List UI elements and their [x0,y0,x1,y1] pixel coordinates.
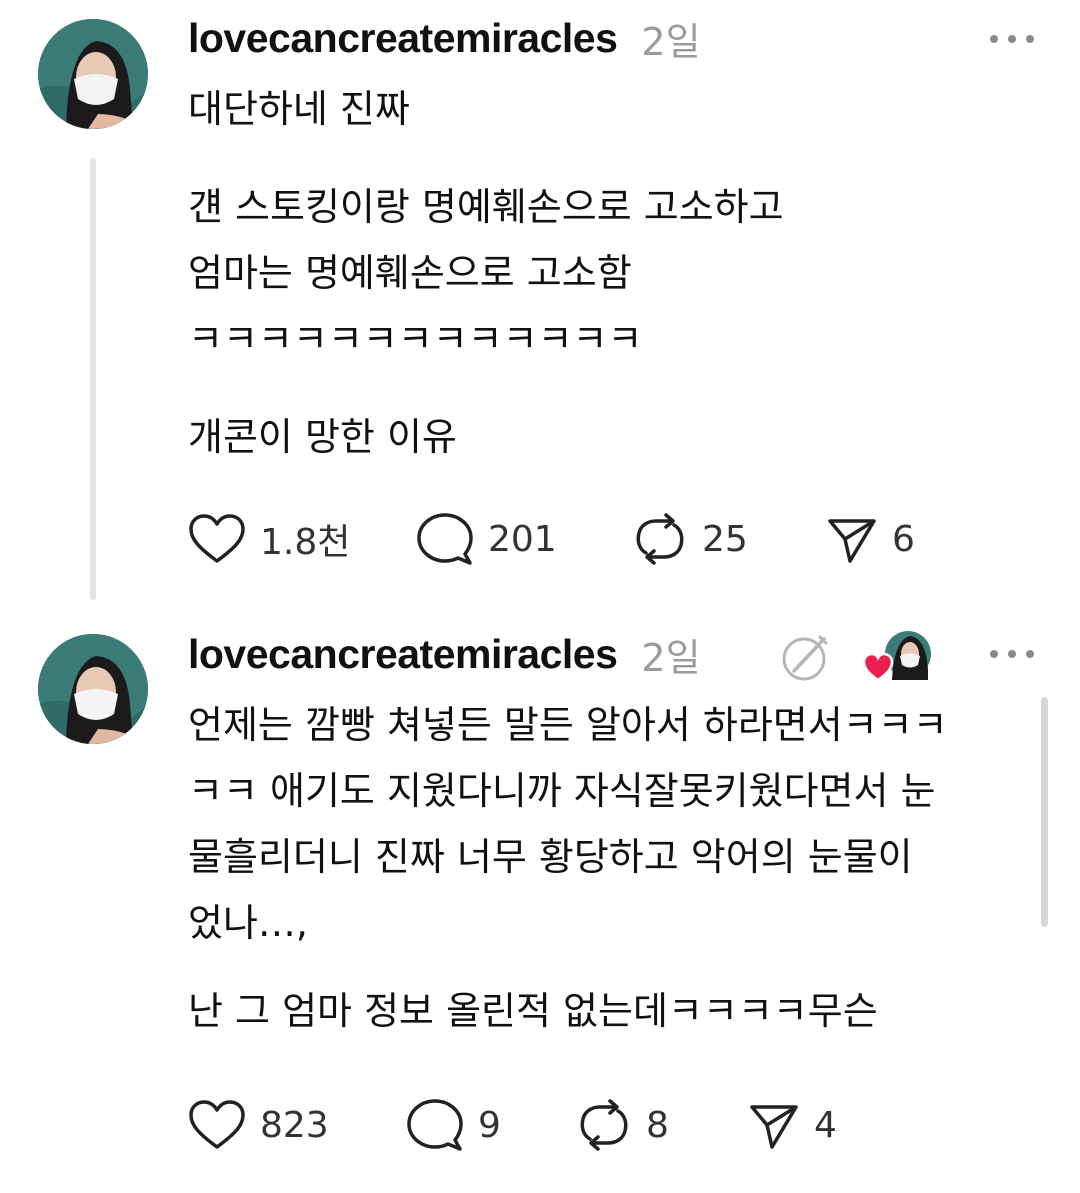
text-line: 대단하네 진짜 [188,87,410,131]
post-header: lovecancreatemiracles 2일 [188,624,701,684]
text-line: ㅋㅋ 애기도 지웠다니까 자식잘못키웠다면서 눈 [188,769,936,813]
repost-count: 25 [702,518,748,560]
more-dots-icon[interactable] [990,647,1034,661]
edited-icon[interactable] [780,631,832,683]
repost-count: 8 [646,1104,669,1146]
like-button[interactable]: 823 [188,1090,329,1160]
thread-line [90,158,96,600]
heart-icon [189,1100,245,1149]
avatar[interactable] [38,19,148,129]
heart-badge-icon [862,631,931,682]
reply-button[interactable]: 201 [416,504,557,574]
reply-button[interactable]: 9 [406,1090,501,1160]
heart-icon [189,514,245,563]
share-count: 4 [814,1104,837,1146]
share-button[interactable]: 6 [826,504,915,574]
post-text: 대단하네 진짜 걘 스토킹이랑 명예훼손으로 고소하고 엄마는 명예훼손으로 고… [188,76,1048,470]
comment-icon [407,1099,463,1151]
text-line [188,956,1048,978]
text-line: 개콘이 망한 이유 [188,415,457,459]
reply-count: 201 [488,518,557,560]
repost-button[interactable]: 8 [576,1090,669,1160]
like-count: 1.8천 [260,522,351,563]
text-line: 언제는 깜빵 쳐넣든 말든 알아서 하라면서ㅋㅋㅋ [188,703,948,747]
timestamp: 2일 [641,635,701,680]
reply-count: 9 [478,1104,501,1146]
repost-icon [580,1099,628,1151]
share-button[interactable]: 4 [748,1090,837,1160]
text-line: 엄마는 명예훼손으로 고소함 [188,251,632,295]
like-count: 823 [260,1104,329,1146]
more-dots-icon[interactable] [990,32,1034,46]
text-line: 물흘리더니 진짜 너무 황당하고 악어의 눈물이 [188,835,913,879]
username[interactable]: lovecancreatemiracles [188,631,618,678]
avatar[interactable] [38,634,148,744]
like-button[interactable]: 1.8천 [188,504,350,574]
timestamp: 2일 [641,19,701,64]
text-line: 난 그 엄마 정보 올린적 없는데ㅋㅋㅋㅋ무슨 [188,989,878,1033]
text-line [188,142,1048,174]
post-header: lovecancreatemiracles 2일 [188,8,701,68]
send-icon [750,1105,798,1149]
share-count: 6 [892,518,915,560]
repost-button[interactable]: 25 [632,504,748,574]
send-icon [828,519,876,563]
text-line: 걘 스토킹이랑 명예훼손으로 고소하고 [188,185,784,229]
text-line: ㅋㅋㅋㅋㅋㅋㅋㅋㅋㅋㅋㅋㅋ [188,317,643,361]
text-line: 었나…, [188,901,308,945]
post-text: 언제는 깜빵 쳐넣든 말든 알아서 하라면서ㅋㅋㅋ ㅋㅋ 애기도 지웠다니까 자… [188,692,1048,1044]
scrollbar[interactable] [1041,697,1048,927]
comment-icon [417,513,473,565]
text-line [188,372,1048,404]
repost-icon [636,513,684,565]
username[interactable]: lovecancreatemiracles [188,15,618,62]
